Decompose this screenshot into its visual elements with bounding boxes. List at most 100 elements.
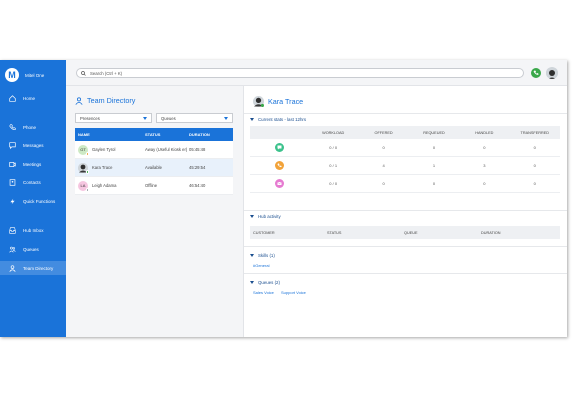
table-row[interactable]: LA Leigh Adama Offline 46:54:40 [75, 177, 233, 195]
member-duration: 45:29:54 [189, 165, 206, 170]
section-title: Hub activity [258, 214, 281, 219]
member-status: Away (Useful Kiosk er) [145, 147, 188, 152]
row-name-cell: GT Gaylen Tyrol [75, 144, 145, 156]
hub-activity-toggle[interactable]: Hub activity [250, 214, 281, 219]
search-icon [81, 70, 86, 76]
presence-dot-icon [85, 188, 89, 192]
chevron-down-icon [224, 117, 228, 120]
presence-status-button[interactable] [531, 68, 541, 78]
stat-workload: 0 / 1 [329, 163, 338, 168]
team-table: NAME STATUS DURATION GT Gaylen Tyrol Awa… [75, 128, 233, 195]
presences-select[interactable]: Presences [75, 113, 152, 123]
lightning-icon [10, 198, 15, 204]
stats-col-workload: WORKLOAD [322, 130, 345, 135]
sidebar-item-home[interactable]: Home [0, 91, 66, 105]
sidebar-item-label: Home [23, 95, 36, 101]
column-header-duration[interactable]: DURATION [189, 132, 233, 137]
member-name: Kara Trace [92, 165, 113, 170]
stat-workload: 0 / 0 [329, 181, 338, 186]
sidebar-item-quick-functions[interactable]: Quick Functions [0, 194, 66, 208]
sidebar-item-label: Phone [23, 124, 37, 130]
top-bar: Search (Ctrl + K) [66, 60, 567, 86]
column-header-status[interactable]: STATUS [145, 132, 189, 137]
avatar: GT [78, 144, 89, 156]
member-duration: 46:54:40 [189, 183, 206, 188]
queues-select[interactable]: Queues [156, 113, 233, 123]
sidebar-item-phone[interactable]: Phone [0, 120, 66, 134]
presence-dot-icon [85, 152, 89, 156]
stat-requeued: 1 [432, 163, 436, 168]
stats-row-phone: 0 / 1 4 1 3 0 [250, 157, 560, 175]
stats-row-chat: 0 / 0 0 0 0 0 [250, 139, 560, 157]
sidebar-item-contacts[interactable]: Contacts [0, 175, 66, 189]
video-icon [9, 161, 16, 167]
person-icon [9, 264, 16, 272]
sidebar-item-messages[interactable]: Messages [0, 138, 66, 152]
phone-icon [533, 70, 539, 75]
skills-toggle[interactable]: Skills (1) [250, 253, 275, 258]
user-avatar[interactable] [546, 67, 558, 79]
stat-offered: 4 [382, 163, 385, 168]
divider [244, 273, 567, 274]
sidebar-item-label: Meetings [23, 161, 42, 167]
column-header-name[interactable]: NAME [75, 132, 145, 137]
current-stats-toggle[interactable]: Current stats - last 12hrs [250, 117, 306, 122]
sidebar-item-queues[interactable]: Queues [0, 242, 66, 256]
sidebar-item-label: Contacts [23, 179, 41, 185]
member-detail-panel: Kara Trace Current stats - last 12hrs WO… [243, 86, 567, 337]
sidebar-item-meetings[interactable]: Meetings [0, 157, 66, 171]
hub-col-queue: QUEUE [404, 230, 418, 235]
table-header: NAME STATUS DURATION [75, 128, 233, 141]
page-title-text: Team Directory [87, 96, 136, 105]
stats-row-email: 0 / 0 0 0 0 0 [250, 175, 560, 193]
member-duration: 05:45:48 [189, 147, 206, 152]
stat-workload: 0 / 0 [329, 145, 338, 150]
stat-transferred: 0 [533, 163, 536, 168]
stat-requeued: 0 [432, 145, 436, 150]
sidebar-item-label: Team Directory [23, 265, 54, 271]
skill-tag: #General [253, 263, 270, 268]
sidebar-item-hub-inbox[interactable]: Hub Inbox [0, 223, 66, 237]
stats-col-transferred: TRANSFERRED [520, 130, 549, 135]
queues-icon [9, 246, 16, 252]
contacts-icon [9, 178, 16, 186]
chat-icon [9, 141, 16, 149]
page-title: Team Directory [75, 96, 135, 105]
stats-table: WORKLOAD OFFERED REQUEUED HANDLED TRANSF… [250, 126, 560, 193]
presence-dot-icon [85, 170, 89, 174]
member-name: Leigh Adama [92, 183, 117, 188]
stat-handled: 3 [483, 163, 486, 168]
sidebar-item-label: Quick Functions [23, 198, 56, 204]
stat-handled: 0 [483, 145, 486, 150]
channel-cell [250, 179, 308, 188]
queues-select-value: Queues [161, 115, 176, 121]
home-icon [9, 94, 16, 102]
chevron-down-icon [143, 117, 147, 120]
sidebar-item-team-directory[interactable]: Team Directory [0, 261, 66, 275]
queue-tag: Sales Voice [253, 290, 274, 295]
row-name-cell: LA Leigh Adama [75, 180, 145, 192]
caret-down-icon [250, 254, 254, 257]
queues-toggle[interactable]: Queues (2) [250, 280, 280, 285]
channel-cell [250, 143, 308, 152]
search-input[interactable]: Search (Ctrl + K) [76, 68, 524, 78]
avatar-initials: GT [80, 147, 86, 152]
stat-offered: 0 [382, 145, 385, 150]
member-name-title: Kara Trace [268, 97, 304, 106]
stat-transferred: 0 [533, 145, 536, 150]
brand-name: Mitel One [25, 72, 45, 78]
section-title: Current stats - last 12hrs [258, 117, 307, 122]
row-name-cell: Kara Trace [75, 162, 145, 174]
stat-handled: 0 [483, 181, 486, 186]
chat-icon [274, 143, 284, 152]
person-icon [75, 96, 83, 105]
stats-col-requeued: REQUEUED [423, 130, 445, 135]
table-row[interactable]: GT Gaylen Tyrol Away (Useful Kiosk er) 0… [75, 141, 233, 159]
table-row-selected[interactable]: Kara Trace Available 45:29:54 [75, 159, 233, 177]
inbox-icon [9, 226, 16, 234]
brand: M Mitel One [5, 66, 44, 84]
divider [244, 113, 567, 114]
member-name: Gaylen Tyrol [92, 147, 116, 152]
email-icon [274, 179, 284, 188]
sidebar-item-label: Messages [23, 142, 44, 148]
